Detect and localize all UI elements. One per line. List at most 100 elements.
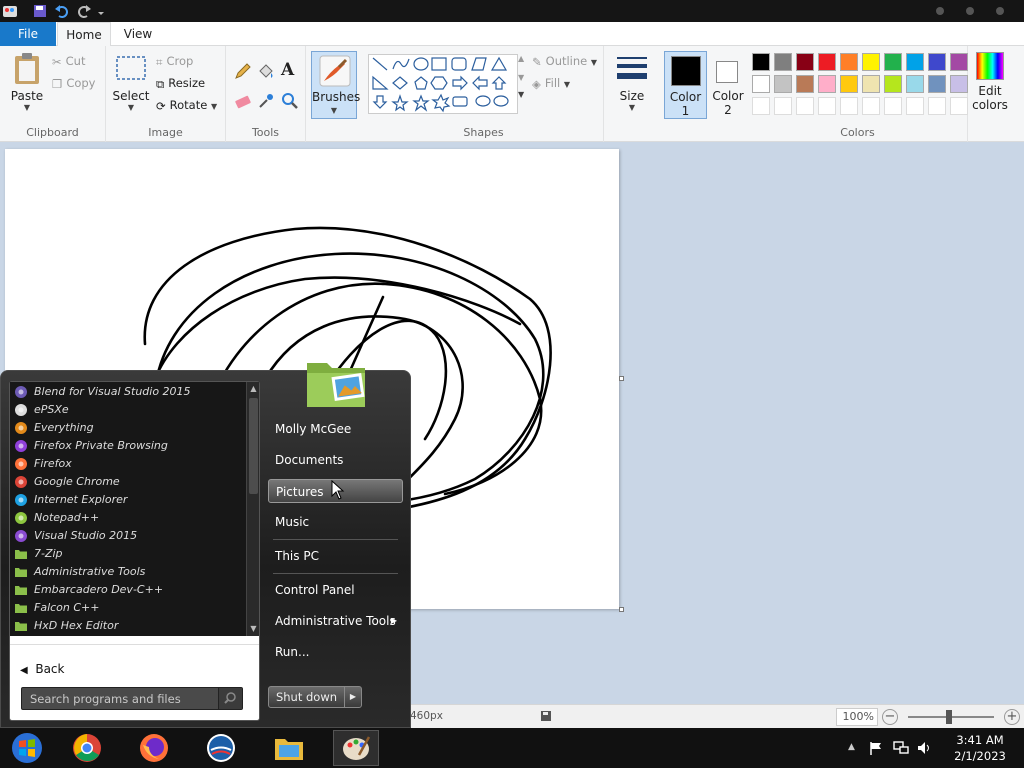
color-picker-icon[interactable]	[257, 92, 275, 110]
program-list-item[interactable]: ePSXe	[10, 401, 246, 419]
run-link[interactable]: Run...	[268, 640, 403, 664]
program-list-item[interactable]: HxD Hex Editor	[10, 617, 246, 635]
this-pc-link[interactable]: This PC	[268, 544, 403, 568]
taskbar-file-explorer[interactable]	[266, 730, 312, 766]
color-swatch[interactable]	[752, 53, 770, 71]
program-list-item[interactable]: Firefox Private Browsing	[10, 437, 246, 455]
redo-icon[interactable]	[76, 3, 92, 19]
search-button[interactable]	[218, 688, 242, 709]
network-icon[interactable]	[892, 740, 910, 756]
minimize-button[interactable]	[936, 7, 944, 15]
color-swatch[interactable]	[774, 75, 792, 93]
eraser-icon[interactable]	[234, 92, 252, 110]
magnifier-icon[interactable]	[281, 92, 299, 110]
color-swatch[interactable]	[796, 53, 814, 71]
start-button[interactable]	[4, 730, 50, 766]
search-input[interactable]	[22, 688, 218, 709]
color-swatch[interactable]	[906, 53, 924, 71]
taskbar-chrome[interactable]	[64, 730, 110, 766]
rotate-button[interactable]: ⟳ Rotate ▼	[156, 95, 217, 115]
resize-handle-corner[interactable]	[619, 607, 624, 612]
program-list-item[interactable]: Everything	[10, 419, 246, 437]
color-swatch[interactable]	[774, 53, 792, 71]
custom-color-swatch[interactable]	[818, 97, 836, 115]
program-list-item[interactable]: Falcon C++	[10, 599, 246, 617]
color2-button[interactable]: Color 2	[708, 51, 748, 119]
shapes-scrollbar[interactable]: ▲ ▼ ▼	[518, 54, 528, 114]
user-folder-link[interactable]: Molly McGee	[268, 417, 403, 441]
select-button[interactable]: Select ▼	[112, 54, 150, 112]
custom-color-swatch[interactable]	[950, 97, 968, 115]
color1-button[interactable]: Color 1	[664, 51, 707, 119]
color-swatch[interactable]	[884, 53, 902, 71]
text-tool-icon[interactable]: A	[281, 60, 294, 80]
maximize-button[interactable]	[966, 7, 974, 15]
custom-color-swatch[interactable]	[906, 97, 924, 115]
zoom-slider-thumb[interactable]	[946, 710, 952, 724]
close-button[interactable]	[996, 7, 1004, 15]
save-icon[interactable]	[32, 3, 48, 19]
crop-button[interactable]: ⌗ Crop	[156, 51, 193, 71]
program-list-item[interactable]: Notepad++	[10, 509, 246, 527]
program-list-item[interactable]: Google Chrome	[10, 473, 246, 491]
administrative-tools-link[interactable]: Administrative Tools ▶	[268, 609, 403, 633]
chevron-down-icon[interactable]: ▼	[247, 622, 260, 636]
color-swatch[interactable]	[840, 53, 858, 71]
program-list-item[interactable]: Visual Studio 2015	[10, 527, 246, 545]
color-swatch[interactable]	[950, 53, 968, 71]
back-button[interactable]: ◀ Back	[20, 659, 140, 679]
color-swatch[interactable]	[862, 75, 880, 93]
color-swatch[interactable]	[928, 75, 946, 93]
color-swatch[interactable]	[840, 75, 858, 93]
control-panel-link[interactable]: Control Panel	[268, 578, 403, 602]
custom-color-swatch[interactable]	[928, 97, 946, 115]
outline-button[interactable]: ✎ Outline ▼	[532, 51, 597, 71]
color-swatch[interactable]	[752, 75, 770, 93]
program-list-item[interactable]: Firefox	[10, 455, 246, 473]
custom-color-swatch[interactable]	[774, 97, 792, 115]
paste-button[interactable]: Paste ▼	[6, 52, 48, 112]
size-button[interactable]: Size ▼	[610, 52, 654, 112]
color-swatch[interactable]	[818, 53, 836, 71]
scroll-thumb[interactable]	[249, 398, 258, 494]
show-hidden-icons-icon[interactable]: ▲	[848, 742, 855, 752]
program-list-item[interactable]: Administrative Tools	[10, 563, 246, 581]
color-swatch[interactable]	[796, 75, 814, 93]
documents-link[interactable]: Documents	[268, 448, 403, 472]
color-swatch[interactable]	[906, 75, 924, 93]
volume-icon[interactable]	[916, 740, 934, 756]
custom-color-swatch[interactable]	[884, 97, 902, 115]
cut-button[interactable]: ✂ Cut	[52, 51, 85, 71]
taskbar-app-globe[interactable]	[198, 730, 244, 766]
color-swatch[interactable]	[862, 53, 880, 71]
color-swatch[interactable]	[950, 75, 968, 93]
resize-button[interactable]: ⧉ Resize	[156, 73, 205, 93]
program-list-item[interactable]: Blend for Visual Studio 2015	[10, 383, 246, 401]
tab-file[interactable]: File	[0, 22, 56, 46]
tab-view[interactable]: View	[114, 22, 162, 46]
fill-button[interactable]: ◈ Fill ▼	[532, 73, 570, 93]
shutdown-button[interactable]: Shut down ▶	[268, 686, 362, 708]
custom-color-swatch[interactable]	[862, 97, 880, 115]
color-swatch[interactable]	[884, 75, 902, 93]
fill-bucket-icon[interactable]	[257, 62, 275, 80]
tab-home[interactable]: Home	[57, 22, 111, 47]
undo-icon[interactable]	[54, 3, 70, 19]
zoom-in-button[interactable]: +	[1004, 709, 1020, 725]
resize-handle-right[interactable]	[619, 376, 624, 381]
copy-button[interactable]: ❐ Copy	[52, 73, 95, 93]
edit-colors-button[interactable]: Edit colors	[970, 52, 1010, 112]
custom-color-swatch[interactable]	[840, 97, 858, 115]
custom-color-swatch[interactable]	[752, 97, 770, 115]
program-list-item[interactable]: Internet Explorer	[10, 491, 246, 509]
music-link[interactable]: Music	[268, 510, 403, 534]
brushes-button[interactable]: Brushes ▼	[311, 51, 360, 119]
taskbar-firefox[interactable]	[131, 730, 177, 766]
pencil-icon[interactable]	[234, 62, 252, 80]
customize-quick-access-icon[interactable]	[96, 3, 106, 19]
chevron-up-icon[interactable]: ▲	[247, 382, 260, 396]
paint-app-icon[interactable]	[2, 3, 18, 19]
taskbar-paint[interactable]	[333, 730, 379, 766]
custom-color-swatch[interactable]	[796, 97, 814, 115]
color-swatch[interactable]	[928, 53, 946, 71]
